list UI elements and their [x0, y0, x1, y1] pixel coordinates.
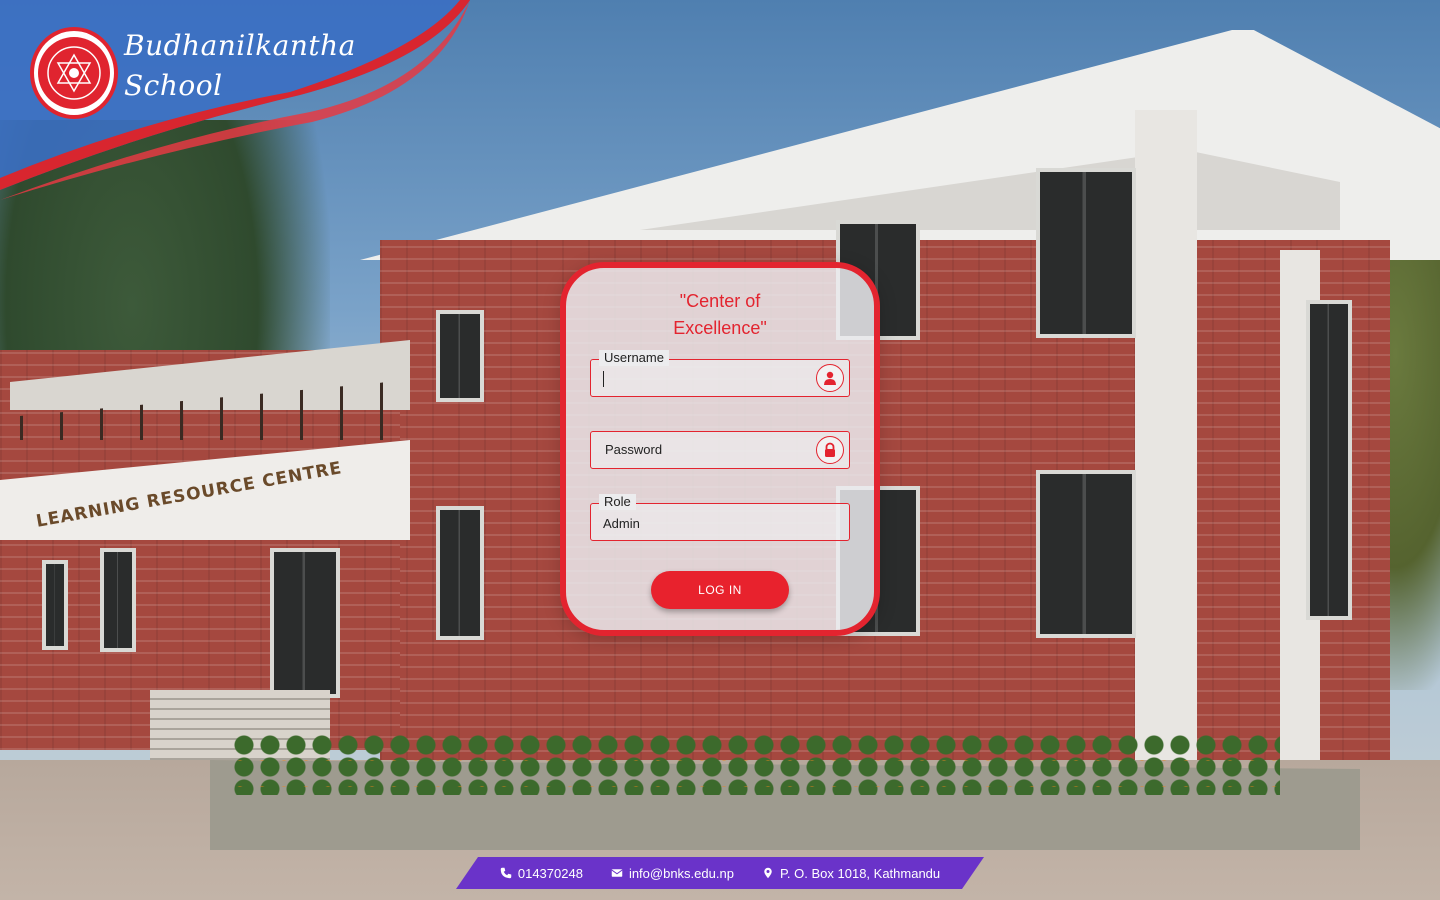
contact-address[interactable]: P. O. Box 1018, Kathmandu [762, 866, 940, 881]
phone-number: 014370248 [517, 865, 583, 881]
building-window [1036, 470, 1136, 638]
contact-email[interactable]: info@bnks.edu.np [611, 866, 734, 881]
tagline-line2: Excellence" [673, 318, 767, 338]
role-label: Role [599, 494, 636, 510]
school-name: Budhanilkantha School [124, 26, 356, 106]
text-cursor [603, 371, 604, 387]
school-logo[interactable] [30, 27, 118, 119]
email-address: info@bnks.edu.np [628, 865, 734, 881]
contact-bar: 014370248 info@bnks.edu.np P. O. Box 101… [456, 857, 984, 889]
map-marker-icon [762, 867, 774, 879]
building-window [1306, 300, 1352, 620]
username-field[interactable]: Username [590, 350, 850, 397]
user-icon [816, 364, 844, 392]
tagline: "Center of Excellence" [566, 288, 874, 342]
building-window [42, 560, 68, 650]
phone-icon [500, 867, 512, 879]
password-input[interactable]: Password [605, 442, 662, 457]
building-window [436, 506, 484, 640]
building-pillar [1135, 110, 1197, 830]
building-window [1036, 168, 1136, 338]
school-crest-icon [38, 37, 110, 109]
password-field[interactable]: Password [590, 431, 850, 469]
login-card: "Center of Excellence" Username Password… [560, 262, 880, 636]
login-button[interactable]: LOG IN [651, 571, 789, 609]
role-value: Admin [603, 516, 640, 531]
school-name-line1: Budhanilkantha [124, 29, 356, 62]
contact-phone[interactable]: 014370248 [500, 866, 583, 881]
building-window [270, 548, 340, 698]
flower-bed [230, 735, 1280, 795]
role-select[interactable]: Role Admin [590, 494, 850, 541]
tagline-line1: "Center of [679, 291, 761, 311]
building-window [436, 310, 484, 402]
username-label: Username [599, 350, 669, 366]
lock-icon [816, 436, 844, 464]
postal-address: P. O. Box 1018, Kathmandu [779, 865, 941, 881]
school-name-line2: School [124, 69, 223, 102]
building-window [100, 548, 136, 652]
envelope-icon [611, 867, 623, 879]
